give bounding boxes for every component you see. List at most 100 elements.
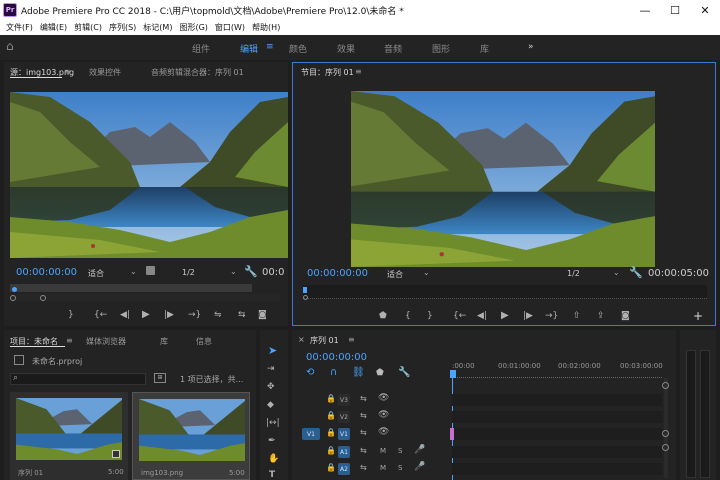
clip-img103[interactable] — [450, 428, 454, 440]
pen-tool-icon[interactable]: ✒ — [268, 436, 276, 446]
solo-button[interactable]: S — [398, 447, 402, 455]
program-wrench-icon[interactable]: 🔧 — [629, 266, 643, 279]
eye-icon[interactable]: 👁 — [378, 393, 389, 403]
toggle-sync-icon[interactable]: ⇆ — [360, 428, 367, 437]
track-lane[interactable] — [452, 411, 662, 423]
tab-source-menu-icon[interactable]: ≡ — [64, 67, 71, 76]
program-play-icon[interactable]: ▶ — [501, 310, 509, 321]
toggle-sync-icon[interactable]: ⇆ — [360, 463, 367, 472]
menu-edit[interactable]: 编辑(E) — [40, 22, 67, 33]
track-name[interactable]: A1 — [338, 446, 350, 458]
source-insert-icon[interactable]: ⇋ — [214, 310, 222, 320]
source-zoom-bar[interactable] — [10, 294, 280, 302]
add-marker-icon[interactable]: ⬟ — [376, 368, 384, 378]
mute-button[interactable]: M — [380, 464, 386, 472]
track-select-tool-icon[interactable]: ⇥ — [267, 364, 275, 374]
program-mark-in-icon[interactable]: { — [405, 311, 411, 321]
maximize-button[interactable]: ☐ — [660, 0, 690, 20]
project-item-image[interactable]: img103.png 5:00 — [132, 392, 250, 480]
scrollbar-handle-top[interactable] — [662, 382, 669, 389]
workspace-tab-color[interactable]: 颜色 — [289, 42, 307, 55]
timeline-vertical-scrollbar[interactable] — [664, 378, 668, 478]
program-extract-icon[interactable]: ⇪ — [597, 311, 605, 321]
track-lane[interactable] — [452, 463, 662, 475]
type-tool-icon[interactable]: T — [269, 470, 275, 480]
snap-icon[interactable]: ⟲ — [306, 367, 314, 378]
project-item-sequence[interactable]: 序列 01 5:00 — [10, 392, 128, 480]
timeline-close-icon[interactable]: × — [298, 335, 305, 344]
track-lane[interactable] — [452, 446, 662, 458]
eye-icon[interactable]: 👁 — [378, 427, 389, 437]
program-fit-chevron-down-icon[interactable]: ⌄ — [423, 268, 430, 277]
timeline-ruler[interactable] — [452, 372, 662, 378]
source-insert-clip-icon[interactable] — [146, 266, 155, 275]
lock-icon[interactable]: 🔒 — [326, 446, 336, 455]
tab-sequence[interactable]: 序列 01 — [310, 335, 339, 346]
microphone-icon[interactable]: 🎤 — [414, 445, 425, 455]
slip-tool-icon[interactable]: |↔| — [266, 418, 280, 428]
tab-info[interactable]: 信息 — [196, 336, 212, 347]
tab-media-browser[interactable]: 媒体浏览器 — [86, 336, 126, 347]
scrollbar-handle-middle[interactable] — [662, 430, 669, 437]
menu-help[interactable]: 帮助(H) — [252, 22, 280, 33]
program-add-button-icon[interactable]: + — [693, 309, 703, 323]
workspace-menu-icon[interactable]: ≡ — [266, 42, 274, 52]
program-scrub-bar[interactable] — [303, 285, 707, 299]
source-go-to-out-icon[interactable]: →} — [188, 310, 201, 320]
lock-icon[interactable]: 🔒 — [326, 394, 336, 403]
workspace-tab-editing[interactable]: 编辑 — [240, 42, 258, 55]
menu-graphics[interactable]: 图形(G) — [179, 22, 207, 33]
track-lane[interactable] — [452, 394, 662, 406]
program-mark-out-icon[interactable]: } — [427, 311, 433, 321]
timeline-timecode[interactable]: 00:00:00:00 — [306, 352, 367, 363]
source-playhead[interactable] — [12, 287, 17, 292]
workspace-tab-effects[interactable]: 效果 — [337, 42, 355, 55]
menu-file[interactable]: 文件(F) — [6, 22, 33, 33]
workspace-tab-audio[interactable]: 音频 — [384, 42, 402, 55]
program-zoom-handle[interactable] — [303, 295, 308, 300]
program-export-frame-icon[interactable]: ◙ — [621, 311, 630, 321]
magnet-icon[interactable]: ∩ — [330, 367, 337, 378]
lock-icon[interactable]: 🔒 — [326, 428, 336, 437]
menu-clip[interactable]: 剪辑(C) — [74, 22, 102, 33]
program-go-to-out-icon[interactable]: →} — [545, 311, 558, 321]
program-step-back-icon[interactable]: ◀| — [477, 311, 487, 321]
source-go-to-in-icon[interactable]: {← — [94, 310, 107, 320]
lock-icon[interactable]: 🔒 — [326, 463, 336, 472]
track-name[interactable]: V1 — [338, 428, 350, 440]
track-name[interactable]: V3 — [338, 394, 350, 406]
source-scrub-bar[interactable] — [10, 284, 252, 292]
program-resolution-chevron-down-icon[interactable]: ⌄ — [613, 268, 620, 277]
lock-icon[interactable]: 🔒 — [326, 411, 336, 420]
toggle-sync-icon[interactable]: ⇆ — [360, 394, 367, 403]
program-fit-select[interactable]: 适合 — [387, 269, 403, 280]
track-name[interactable]: A2 — [338, 463, 350, 475]
hand-tool-icon[interactable]: ✋ — [268, 454, 279, 464]
tab-project-menu-icon[interactable]: ≡ — [66, 336, 73, 345]
tab-libraries[interactable]: 库 — [160, 336, 168, 347]
menu-marker[interactable]: 标记(M) — [143, 22, 172, 33]
minimize-button[interactable]: — — [630, 0, 660, 20]
tab-program-menu-icon[interactable]: ≡ — [355, 67, 362, 76]
timeline-settings-wrench-icon[interactable]: 🔧 — [398, 367, 410, 378]
close-button[interactable]: ✕ — [690, 0, 720, 20]
source-overwrite-icon[interactable]: ⇆ — [238, 310, 246, 320]
new-bin-icon[interactable]: ⊞ — [154, 373, 166, 383]
program-timecode[interactable]: 00:00:00:00 — [307, 268, 368, 279]
razor-tool-icon[interactable]: ◆ — [267, 400, 274, 410]
selection-tool-icon[interactable]: ➤ — [268, 344, 277, 357]
workspace-tab-assembly[interactable]: 组件 — [192, 42, 210, 55]
home-icon[interactable]: ⌂ — [6, 39, 14, 53]
source-export-frame-icon[interactable]: ◙ — [258, 310, 267, 320]
ripple-edit-tool-icon[interactable]: ✥ — [267, 382, 275, 392]
toggle-sync-icon[interactable]: ⇆ — [360, 411, 367, 420]
timeline-playhead[interactable] — [450, 370, 456, 378]
source-step-back-icon[interactable]: ◀| — [120, 310, 130, 320]
source-play-icon[interactable]: ▶ — [142, 309, 150, 320]
project-search-input[interactable] — [10, 373, 146, 385]
source-mark-out-icon[interactable]: } — [68, 310, 74, 320]
tab-sequence-menu-icon[interactable]: ≡ — [348, 335, 355, 344]
track-lane[interactable] — [452, 428, 662, 440]
source-wrench-icon[interactable]: 🔧 — [244, 265, 258, 278]
tab-effect-controls[interactable]: 效果控件 — [89, 67, 121, 78]
